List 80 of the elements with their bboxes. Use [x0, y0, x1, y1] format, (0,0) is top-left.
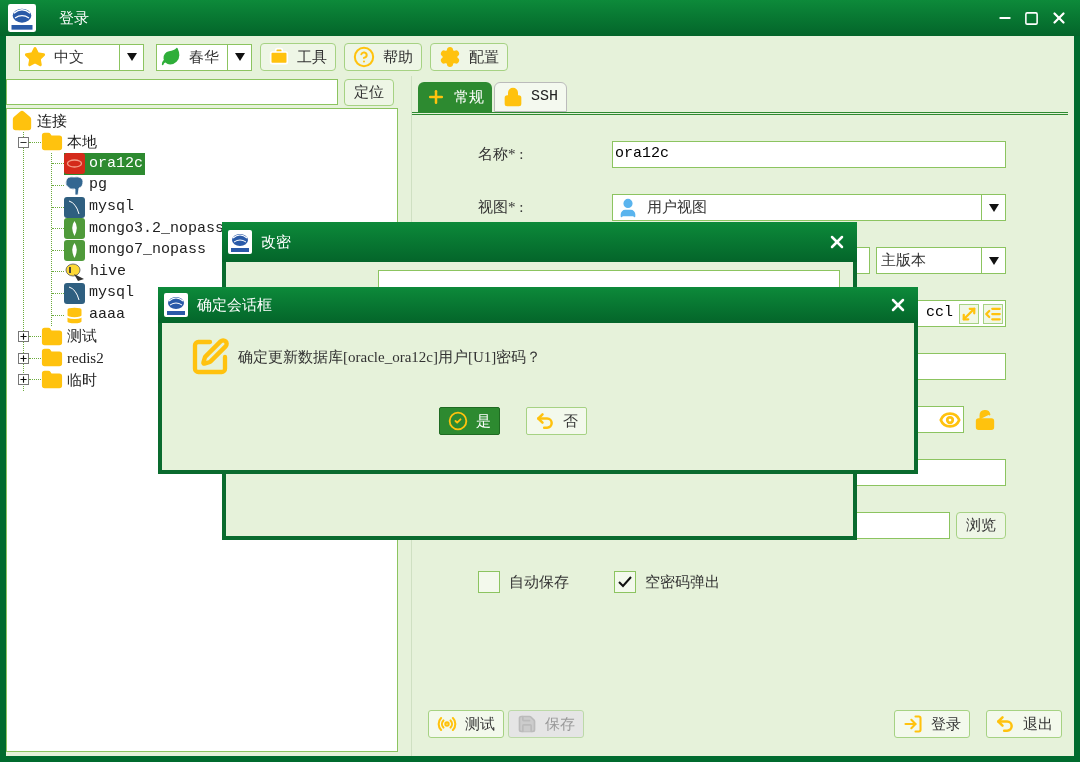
- lock-icon: [503, 87, 523, 107]
- tree-item[interactable]: hive: [64, 260, 128, 284]
- checkbox[interactable]: [478, 571, 500, 594]
- checkbox-label: 自动保存: [509, 573, 569, 592]
- save-icon: [517, 714, 537, 734]
- tree-item[interactable]: 临时: [41, 368, 99, 392]
- back-arrow-icon: [535, 411, 555, 431]
- plus-icon: [426, 87, 446, 107]
- tree-item[interactable]: 本地: [41, 131, 99, 154]
- app-logo-icon: [8, 4, 36, 32]
- tree-item[interactable]: redis2: [41, 347, 106, 370]
- name-field[interactable]: ora12c: [612, 141, 1006, 168]
- tree-item[interactable]: 连接: [11, 109, 69, 133]
- confirm-message: 确定更新数据库[oracle_ora12c]用户[U1]密码？: [238, 347, 542, 367]
- collapse-toggle[interactable]: [18, 136, 29, 148]
- check-circle-icon: [448, 411, 468, 431]
- expand-toggle[interactable]: [18, 352, 29, 364]
- tree-item[interactable]: mysql: [64, 195, 136, 219]
- app-logo-icon: [228, 230, 252, 254]
- browse-button[interactable]: 浏览: [956, 512, 1006, 539]
- close-icon[interactable]: [1050, 9, 1068, 27]
- search-field[interactable]: [6, 79, 338, 105]
- version-select[interactable]: 主版本: [876, 247, 1006, 274]
- tree-item[interactable]: mysql: [64, 282, 136, 305]
- locate-button[interactable]: 定位: [344, 78, 394, 106]
- leaf-icon: [64, 218, 85, 240]
- theme-select[interactable]: 春华: [156, 43, 252, 71]
- settings-icon: [439, 46, 461, 68]
- folder-icon: [41, 325, 63, 348]
- yes-button[interactable]: 是: [439, 407, 500, 435]
- tools-button[interactable]: 工具: [260, 43, 336, 71]
- dialog-title: 改密: [261, 232, 291, 252]
- checkmark-icon: [618, 576, 632, 589]
- star-icon: [24, 46, 46, 68]
- window-title: 登录: [59, 8, 89, 28]
- dropdown-arrow-icon: [234, 53, 245, 61]
- toolbox-icon: [269, 47, 289, 67]
- login-button[interactable]: 登录: [894, 710, 970, 738]
- curve-icon: [64, 283, 85, 305]
- dialog-title: 确定会话框: [197, 295, 272, 315]
- checkbox-label: 空密码弹出: [645, 573, 720, 592]
- tab[interactable]: 常规: [418, 82, 492, 112]
- language-select[interactable]: 中文: [19, 43, 144, 71]
- dropdown-arrow-icon: [126, 53, 137, 61]
- dropdown-arrow-icon: [988, 256, 999, 265]
- help-icon: [353, 46, 375, 68]
- login-icon: [903, 714, 923, 734]
- tree-item[interactable]: ora12c: [64, 152, 145, 176]
- curve-icon: [64, 196, 85, 218]
- view-select[interactable]: 用户视图: [612, 194, 1006, 221]
- field-label: 视图* :: [478, 198, 525, 218]
- settings-button[interactable]: 配置: [430, 43, 508, 71]
- plus-icon: [19, 375, 28, 385]
- exit-button[interactable]: 退出: [986, 710, 1062, 738]
- dropdown-arrow-icon: [988, 203, 999, 212]
- tree-item[interactable]: 测试: [41, 325, 99, 348]
- edit-icon: [190, 337, 230, 377]
- database-icon: [64, 304, 85, 326]
- field-label: 名称* :: [478, 145, 525, 165]
- antenna-icon: [437, 714, 457, 734]
- tree-item[interactable]: mongo3.2_nopass: [64, 217, 227, 240]
- no-button[interactable]: 否: [526, 407, 587, 435]
- expand-toggle[interactable]: [18, 374, 29, 386]
- test-button[interactable]: 测试: [428, 710, 504, 738]
- tree-item[interactable]: pg: [64, 174, 109, 197]
- checkbox[interactable]: [614, 571, 636, 594]
- home-icon: [11, 109, 33, 132]
- tree-item[interactable]: aaaa: [64, 303, 127, 327]
- back-arrow-icon: [995, 714, 1015, 734]
- help-button[interactable]: 帮助: [344, 43, 422, 71]
- plus-icon: [19, 353, 28, 363]
- folder-icon: [41, 368, 63, 391]
- leaf-icon: [64, 239, 85, 261]
- plus-icon: [19, 332, 28, 342]
- tab[interactable]: SSH: [494, 82, 567, 112]
- leaf-icon: [161, 47, 181, 67]
- maximize-icon[interactable]: [1024, 10, 1039, 26]
- tree-item[interactable]: mongo7_nopass: [64, 239, 209, 262]
- app-logo-icon: [164, 293, 188, 317]
- expand-toggle[interactable]: [18, 331, 29, 343]
